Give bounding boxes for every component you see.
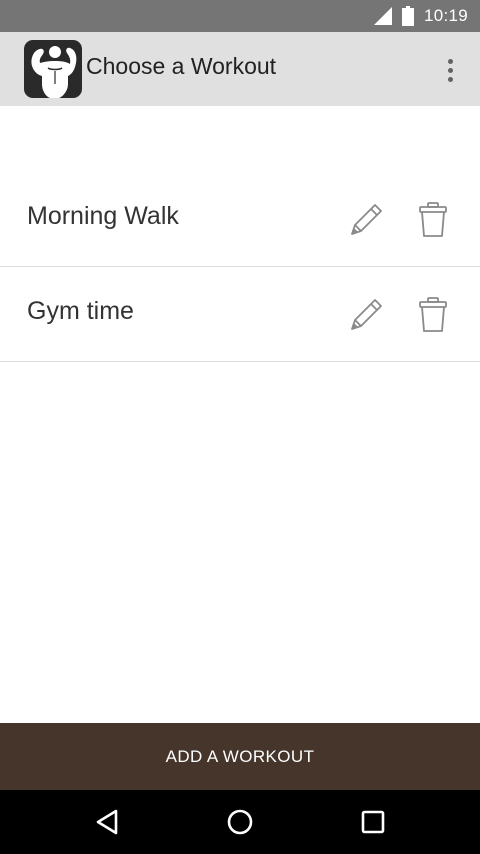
page-title: Choose a Workout (86, 53, 277, 79)
navigation-bar (0, 790, 480, 854)
status-bar: 10:19 (0, 0, 480, 32)
home-icon[interactable] (225, 807, 255, 837)
workout-list: Morning Walk Gym time (0, 172, 480, 362)
app-bar: Choose a Workout (0, 32, 480, 106)
screen: 10:19 Choose a Workout Morning Walk Gym … (0, 0, 480, 854)
workout-name[interactable]: Gym time (27, 297, 134, 326)
recents-icon[interactable] (358, 807, 388, 837)
trash-icon[interactable] (418, 297, 448, 333)
back-icon[interactable] (92, 807, 122, 837)
status-time: 10:19 (423, 6, 468, 25)
pencil-icon[interactable] (346, 295, 386, 335)
overflow-menu-icon[interactable] (436, 52, 464, 88)
trash-icon[interactable] (418, 202, 448, 238)
add-workout-button[interactable]: ADD A WORKOUT (0, 723, 480, 790)
list-item[interactable]: Morning Walk (0, 172, 480, 267)
pencil-icon[interactable] (346, 200, 386, 240)
list-item[interactable]: Gym time (0, 267, 480, 362)
workout-name[interactable]: Morning Walk (27, 202, 179, 231)
battery-icon (401, 6, 414, 26)
menu-dot (447, 58, 453, 64)
menu-dot (447, 67, 453, 73)
cell-signal-icon (373, 7, 392, 25)
menu-dot (447, 76, 453, 82)
bodybuilder-logo-icon (24, 40, 82, 98)
